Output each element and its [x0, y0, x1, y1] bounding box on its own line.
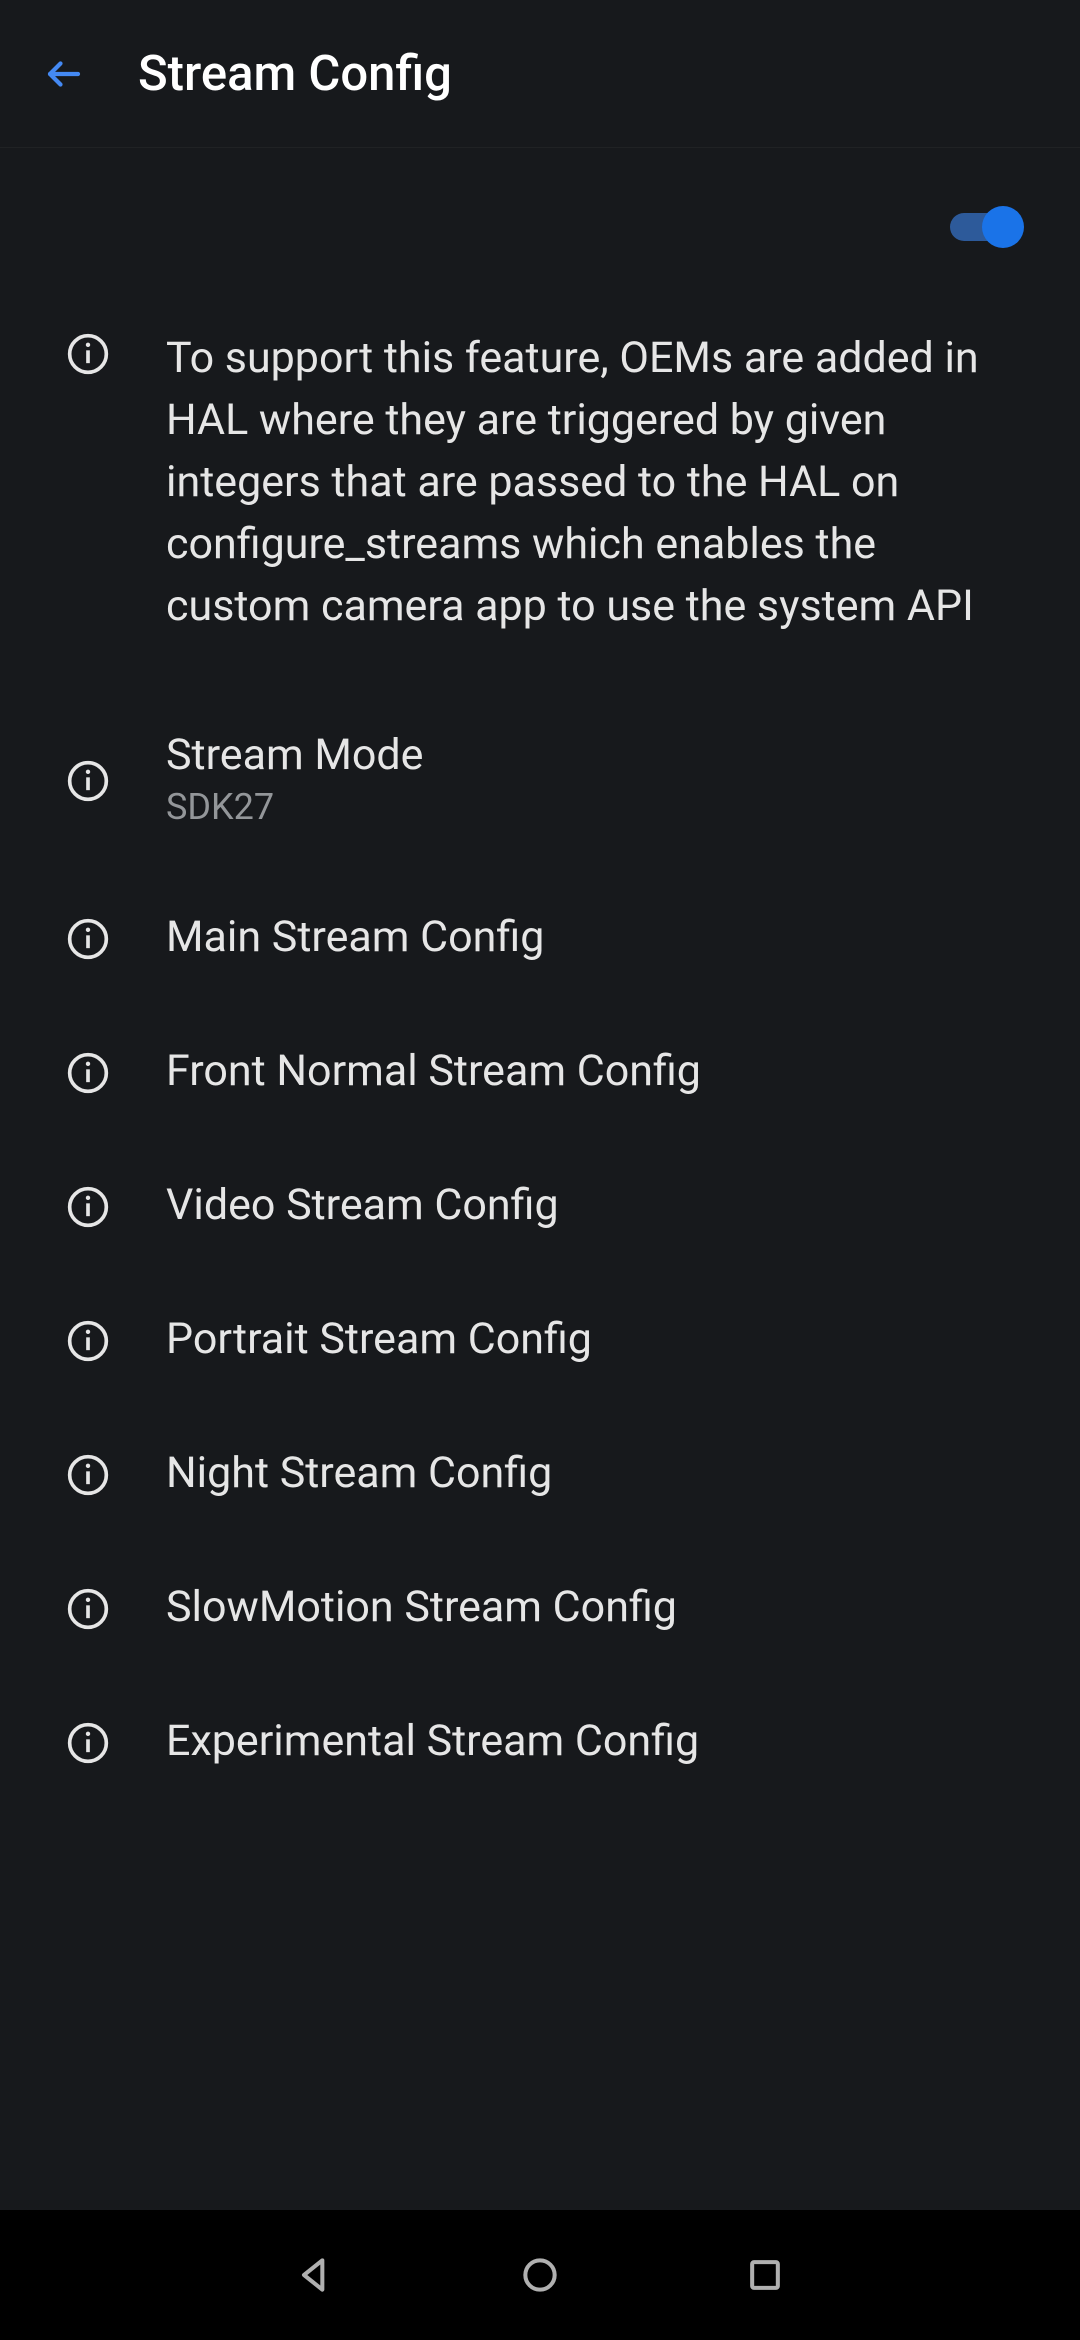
item-text: Stream Mode SDK27 [166, 730, 423, 828]
item-title: Main Stream Config [166, 912, 544, 962]
item-title: SlowMotion Stream Config [166, 1582, 677, 1632]
info-icon [66, 1185, 110, 1229]
list-item-experimental[interactable]: Experimental Stream Config [0, 1674, 1080, 1808]
list-item-main-stream[interactable]: Main Stream Config [0, 870, 1080, 1004]
item-title: Video Stream Config [166, 1180, 559, 1230]
app-header: Stream Config [0, 0, 1080, 148]
list-item-slowmotion[interactable]: SlowMotion Stream Config [0, 1540, 1080, 1674]
info-icon [66, 917, 110, 961]
toggle-row [0, 148, 1080, 278]
system-navbar [0, 2210, 1080, 2340]
description-text: To support this feature, OEMs are added … [166, 328, 1020, 638]
item-text: SlowMotion Stream Config [166, 1582, 677, 1632]
item-subtitle: SDK27 [166, 786, 423, 828]
info-icon [66, 332, 110, 376]
item-text: Experimental Stream Config [166, 1716, 699, 1766]
list-item-video[interactable]: Video Stream Config [0, 1138, 1080, 1272]
item-text: Portrait Stream Config [166, 1314, 592, 1364]
list-item-portrait[interactable]: Portrait Stream Config [0, 1272, 1080, 1406]
list-item-night[interactable]: Night Stream Config [0, 1406, 1080, 1540]
list-item-front-normal[interactable]: Front Normal Stream Config [0, 1004, 1080, 1138]
master-toggle[interactable] [946, 206, 1024, 248]
item-title: Night Stream Config [166, 1448, 552, 1498]
content: To support this feature, OEMs are added … [0, 148, 1080, 1808]
page-title: Stream Config [138, 45, 452, 102]
info-icon [66, 1721, 110, 1765]
item-title: Front Normal Stream Config [166, 1046, 701, 1096]
item-title: Experimental Stream Config [166, 1716, 699, 1766]
item-text: Video Stream Config [166, 1180, 559, 1230]
info-icon [66, 1051, 110, 1095]
item-title: Portrait Stream Config [166, 1314, 592, 1364]
nav-home-icon[interactable] [510, 2245, 570, 2305]
toggle-thumb [982, 206, 1024, 248]
back-arrow-icon[interactable] [40, 50, 88, 98]
item-text: Night Stream Config [166, 1448, 552, 1498]
info-icon [66, 1453, 110, 1497]
list-item-stream-mode[interactable]: Stream Mode SDK27 [0, 688, 1080, 870]
item-text: Main Stream Config [166, 912, 544, 962]
description-row: To support this feature, OEMs are added … [0, 278, 1080, 688]
item-title: Stream Mode [166, 730, 423, 780]
info-icon [66, 1319, 110, 1363]
nav-recent-icon[interactable] [735, 2245, 795, 2305]
info-icon [66, 1587, 110, 1631]
nav-back-icon[interactable] [285, 2245, 345, 2305]
info-icon [66, 759, 110, 803]
item-text: Front Normal Stream Config [166, 1046, 701, 1096]
